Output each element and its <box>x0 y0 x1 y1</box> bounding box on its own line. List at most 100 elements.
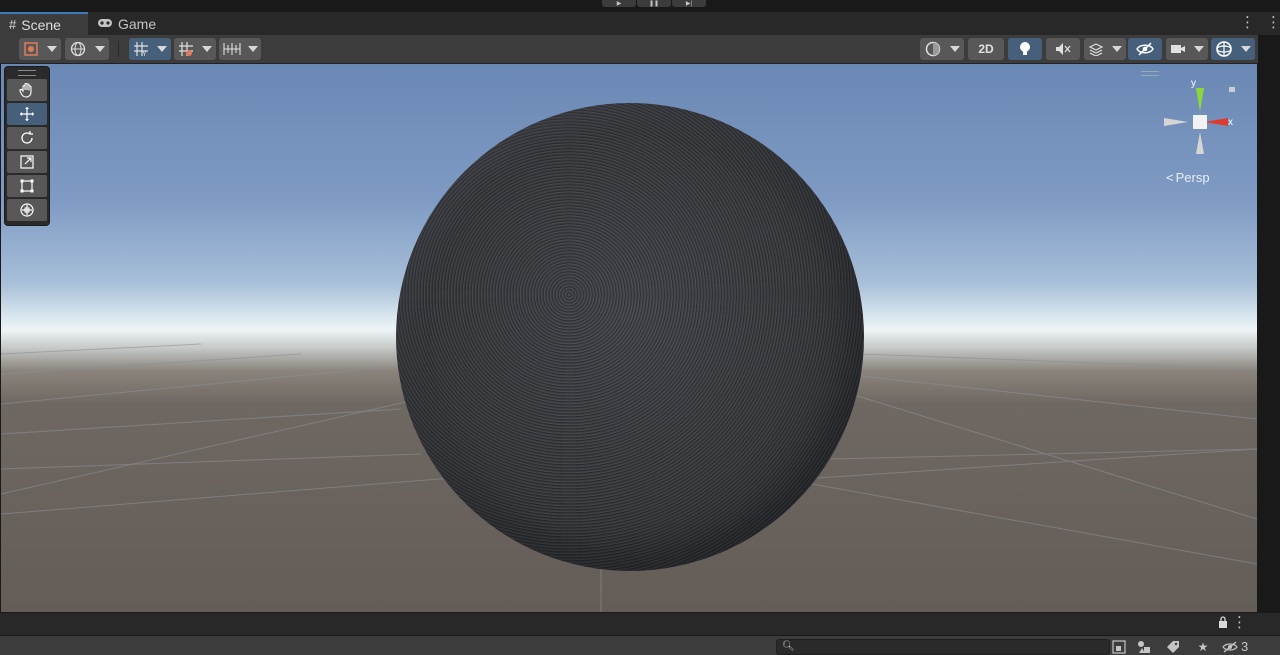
2d-toggle-button[interactable]: 2D <box>968 38 1004 60</box>
hidden-packages-count[interactable]: 3 <box>1222 638 1248 655</box>
chevron-down-icon <box>949 46 960 52</box>
shading-sphere-icon <box>925 41 940 57</box>
global-local-button[interactable] <box>65 38 109 60</box>
pause-button[interactable]: ❚❚ <box>637 0 671 7</box>
scene-camera-dropdown[interactable] <box>1190 38 1208 60</box>
search-by-label-button[interactable] <box>1134 638 1156 655</box>
game-controller-icon <box>97 16 113 31</box>
grid-snap-dropdown[interactable] <box>198 38 216 60</box>
play-controls: ▶ ❚❚ ▶| <box>602 0 706 8</box>
grid-y-icon: Y <box>134 42 148 57</box>
camera-icon <box>1171 45 1185 53</box>
rect-icon <box>20 179 34 193</box>
pause-icon: ❚❚ <box>648 0 660 7</box>
step-button[interactable]: ▶| <box>672 0 706 7</box>
favorites-button[interactable]: ★ <box>1192 638 1214 655</box>
window-tab-bar: # Scene Game ⋮ ⋮ <box>0 12 1280 35</box>
scene-viewport[interactable] <box>1 64 1257 612</box>
scene-hash-icon: # <box>9 17 17 32</box>
chevron-down-icon <box>94 46 105 52</box>
lock-icon[interactable] <box>1218 616 1228 628</box>
increment-snap-icon <box>222 43 241 55</box>
tab-menu-icon[interactable]: ⋮ <box>1240 15 1255 31</box>
rotate-tool-button[interactable] <box>7 127 47 149</box>
increment-snap-button[interactable] <box>219 38 261 60</box>
neg-x-axis-cone[interactable] <box>1164 118 1188 126</box>
chevron-down-icon <box>247 46 258 52</box>
window-menu-icon[interactable]: ⋮ <box>1266 15 1280 31</box>
shaded-mode-icon <box>24 42 38 56</box>
hidden-eye-icon <box>1136 42 1154 56</box>
draw-mode-button[interactable] <box>19 38 43 60</box>
tab-scene-label: Scene <box>21 16 61 33</box>
gizmos-button[interactable] <box>1211 38 1237 60</box>
tools-overlay <box>4 66 50 226</box>
shading-mode-button[interactable] <box>920 38 964 60</box>
toolbar-separator <box>118 41 119 57</box>
scale-icon <box>20 155 34 169</box>
chevron-down-icon <box>1194 46 1204 52</box>
svg-text:Y: Y <box>142 51 147 57</box>
gizmo-drag-handle[interactable] <box>1141 71 1159 76</box>
step-icon: ▶| <box>685 0 693 7</box>
gizmo-globe-icon <box>1216 41 1232 57</box>
tag-icon <box>1167 640 1179 653</box>
panel-menu-icon[interactable]: ⋮ <box>1232 613 1247 631</box>
bottom-panel-header <box>0 613 1280 635</box>
right-window-edge <box>1258 35 1280 613</box>
scale-tool-button[interactable] <box>7 151 47 173</box>
rotate-icon <box>21 131 33 144</box>
gizmo-center-cube[interactable] <box>1193 115 1207 129</box>
transform-icon <box>20 203 34 217</box>
lighting-toggle-button[interactable] <box>1008 38 1042 60</box>
chevron-down-icon <box>1241 46 1251 52</box>
2d-label: 2D <box>978 42 994 56</box>
effects-button[interactable] <box>1084 38 1108 60</box>
scene-visibility-button[interactable] <box>1128 38 1162 60</box>
y-axis-label: y <box>1191 78 1196 89</box>
snap-grid-icon <box>179 42 193 56</box>
transform-tool-button[interactable] <box>7 199 47 221</box>
tag-button[interactable] <box>1162 638 1184 655</box>
tab-game-label: Game <box>118 15 157 32</box>
chevron-down-icon <box>47 46 57 52</box>
star-icon: ★ <box>1197 639 1209 654</box>
shapes-icon <box>1138 640 1150 653</box>
persp-label: Persp <box>1175 170 1210 185</box>
search-input[interactable]: 🔍︎ <box>776 639 1110 655</box>
neg-y-axis-cone[interactable] <box>1196 132 1204 154</box>
chevron-down-icon <box>202 46 212 52</box>
orientation-gizmo[interactable]: y x <box>1158 78 1242 162</box>
gizmos-dropdown[interactable] <box>1237 38 1255 60</box>
grid-visibility-button[interactable]: Y <box>129 38 153 60</box>
scene-camera-button[interactable] <box>1166 38 1190 60</box>
chevron-down-icon <box>1112 46 1122 52</box>
draw-mode-dropdown[interactable] <box>43 38 61 60</box>
search-by-type-button[interactable] <box>1108 638 1130 655</box>
play-controls-strip: ▶ ❚❚ ▶| <box>0 0 1280 12</box>
grid-snap-button[interactable] <box>174 38 198 60</box>
grid-axis-dropdown[interactable] <box>153 38 171 60</box>
y-axis-cone[interactable] <box>1196 88 1204 112</box>
effects-layers-icon <box>1088 43 1104 56</box>
hand-icon <box>19 82 32 98</box>
textured-sphere[interactable] <box>396 103 864 571</box>
light-bulb-icon <box>1020 42 1030 55</box>
chevron-down-icon <box>157 46 167 52</box>
x-axis-cone[interactable] <box>1204 118 1228 126</box>
move-tool-button[interactable] <box>7 103 47 125</box>
unity-editor: ▶ ❚❚ ▶| # Scene Game ⋮ ⋮ Y 2D y x < Pers… <box>0 0 1280 655</box>
perspective-toggle[interactable]: < Persp <box>1166 170 1210 185</box>
scene-toolbar: Y 2D <box>0 35 1258 64</box>
effects-dropdown[interactable] <box>1108 38 1126 60</box>
play-button[interactable]: ▶ <box>602 0 636 7</box>
play-icon: ▶ <box>616 0 622 7</box>
x-axis-label: x <box>1228 117 1233 128</box>
tab-scene[interactable]: # Scene <box>0 12 88 35</box>
rect-tool-button[interactable] <box>7 175 47 197</box>
move-icon <box>20 107 34 121</box>
overlay-drag-handle[interactable] <box>18 70 36 76</box>
audio-toggle-button[interactable] <box>1046 38 1080 60</box>
view-tool-button[interactable] <box>7 79 47 101</box>
tab-game[interactable]: Game <box>88 12 168 35</box>
